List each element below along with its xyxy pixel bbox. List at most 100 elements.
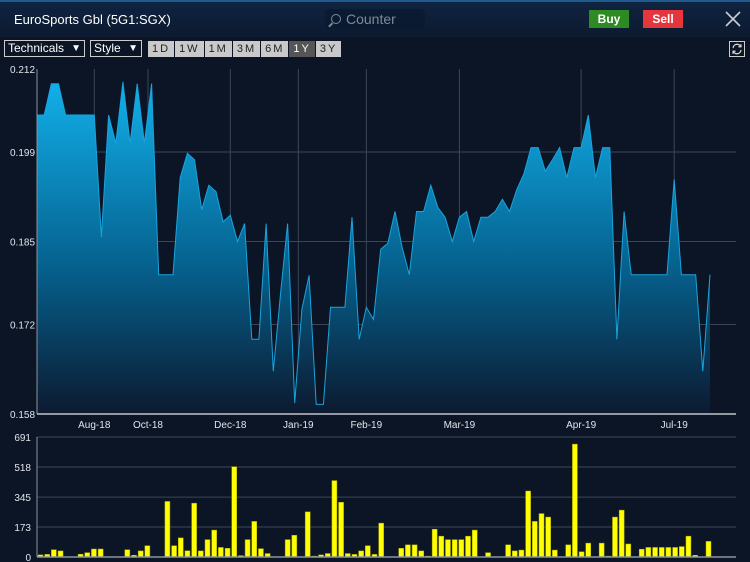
volume-bar xyxy=(365,545,371,558)
counter-search-input[interactable]: Counter xyxy=(325,9,425,30)
volume-bar xyxy=(658,547,665,558)
volume-bar xyxy=(445,539,451,558)
volume-y-tick-label: 0 xyxy=(25,553,31,562)
volume-bar xyxy=(598,542,605,558)
volume-bar xyxy=(512,550,518,558)
volume-bar xyxy=(532,521,538,558)
volume-bar xyxy=(284,539,291,558)
volume-bar xyxy=(652,547,658,558)
volume-bar xyxy=(331,480,338,558)
price-x-tick-label: Mar-19 xyxy=(444,420,476,431)
volume-bar xyxy=(405,544,411,558)
price-y-tick-label: 0.199 xyxy=(10,148,35,159)
volume-bar xyxy=(525,490,531,558)
range-button-6m[interactable]: 6M xyxy=(261,41,289,57)
volume-bar xyxy=(378,522,384,558)
instrument-title: EuroSports Gbl (5G1:SGX) xyxy=(14,12,171,27)
price-y-tick-label: 0.172 xyxy=(10,321,35,332)
volume-bar xyxy=(358,550,364,558)
volume-bar xyxy=(705,541,712,558)
volume-grid xyxy=(37,436,736,528)
volume-bar xyxy=(538,513,545,558)
technicals-dropdown[interactable]: Technicals ▼ xyxy=(4,40,85,57)
price-x-tick-label: Dec-18 xyxy=(214,420,247,431)
price-x-tick-label: Oct-18 xyxy=(133,420,163,431)
volume-bar xyxy=(51,549,57,558)
range-selector: 1D 1W 1M 3M 6M 1Y 3Y xyxy=(148,41,342,57)
price-x-tick-label: Jul-19 xyxy=(661,420,689,431)
volume-bar xyxy=(458,539,465,558)
volume-bar xyxy=(57,550,64,558)
dropdown-arrow-icon: ▼ xyxy=(128,43,138,54)
chart-area[interactable]: 0.212 0.199 0.185 0.172 0.158 Aug-18 Oct-18 Dec… xyxy=(0,61,750,562)
buy-button[interactable]: Buy xyxy=(589,10,629,28)
volume-bar xyxy=(291,535,298,558)
volume-bar xyxy=(251,521,258,558)
volume-bar xyxy=(638,548,645,558)
volume-bar xyxy=(211,529,217,558)
volume-bar xyxy=(164,501,171,558)
volume-bar xyxy=(144,545,151,558)
volume-bar xyxy=(171,545,177,558)
volume-bar xyxy=(218,547,224,558)
close-icon[interactable] xyxy=(724,10,742,28)
volume-bar xyxy=(398,548,404,558)
volume-bar xyxy=(572,443,578,558)
volume-bar xyxy=(645,547,652,558)
volume-y-tick-label: 691 xyxy=(14,433,31,444)
price-y-tick-label: 0.212 xyxy=(10,65,35,76)
range-button-1m[interactable]: 1M xyxy=(204,41,232,57)
volume-y-tick-label: 345 xyxy=(14,493,31,504)
volume-bar xyxy=(665,547,672,558)
volume-bar xyxy=(552,549,558,558)
price-x-tick-label: Jan-19 xyxy=(283,420,314,431)
range-button-3m[interactable]: 3M xyxy=(232,41,261,57)
volume-bar xyxy=(565,544,571,558)
price-x-tick-label: Apr-19 xyxy=(566,420,596,431)
volume-bar xyxy=(198,550,204,558)
volume-bar xyxy=(612,516,618,558)
price-y-tick-label: 0.185 xyxy=(10,238,35,249)
volume-bar xyxy=(184,550,191,558)
volume-bar xyxy=(338,502,344,558)
range-button-3y[interactable]: 3Y xyxy=(315,41,342,57)
volume-bar xyxy=(431,528,438,558)
price-x-tick-label: Feb-19 xyxy=(350,420,382,431)
volume-bar xyxy=(685,535,692,558)
price-x-tick-label: Aug-18 xyxy=(78,420,111,431)
volume-bar xyxy=(625,543,632,558)
volume-bar xyxy=(204,539,211,558)
sell-button[interactable]: Sell xyxy=(643,10,683,28)
volume-bar xyxy=(618,509,625,558)
volume-bar xyxy=(178,537,184,558)
price-y-tick-label: 0.158 xyxy=(10,410,35,421)
search-placeholder: Counter xyxy=(346,11,396,27)
style-dropdown[interactable]: Style ▼ xyxy=(90,40,142,57)
volume-bar xyxy=(578,551,585,558)
chart-toolbar: Technicals ▼ Style ▼ 1D 1W 1M 3M 6M 1Y 3Y xyxy=(0,37,750,61)
volume-bar xyxy=(471,529,478,558)
refresh-icon[interactable] xyxy=(729,41,745,57)
volume-bar xyxy=(418,550,425,558)
volume-bar xyxy=(258,548,264,558)
range-button-1y[interactable]: 1Y xyxy=(289,41,315,57)
price-area xyxy=(37,81,710,415)
header-bar: EuroSports Gbl (5G1:SGX) Counter Buy Sel… xyxy=(0,0,750,37)
range-button-1w[interactable]: 1W xyxy=(175,41,204,57)
volume-bar xyxy=(505,544,511,558)
dropdown-arrow-icon: ▼ xyxy=(71,43,81,54)
volume-bar xyxy=(137,550,144,558)
volume-bar xyxy=(124,549,131,558)
range-button-1d[interactable]: 1D xyxy=(148,41,175,57)
volume-bar xyxy=(231,466,237,558)
volume-bar xyxy=(585,542,592,558)
volume-y-tick-label: 173 xyxy=(14,523,31,534)
volume-bar xyxy=(191,502,197,558)
volume-y-tick-label: 518 xyxy=(14,463,31,474)
volume-bar xyxy=(91,548,97,558)
volume-bar xyxy=(438,535,445,558)
volume-bar xyxy=(97,548,104,558)
volume-bar xyxy=(451,539,458,558)
volume-bar xyxy=(224,548,231,558)
volume-bar xyxy=(411,544,418,558)
